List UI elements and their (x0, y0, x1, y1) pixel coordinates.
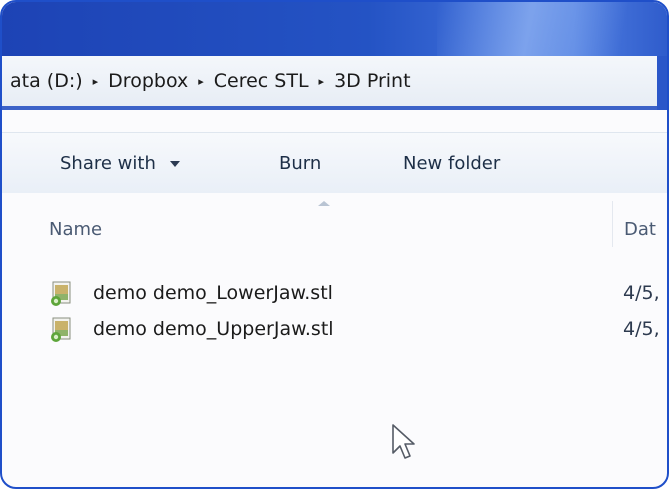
title-bar-gloss (437, 2, 667, 56)
file-row[interactable]: demo demo_LowerJaw.stl 4/5, (2, 272, 667, 308)
chevron-down-icon (169, 161, 180, 167)
breadcrumb-item-dropbox[interactable]: Dropbox (102, 70, 194, 92)
breadcrumb-separator-icon[interactable]: ▸ (315, 75, 329, 88)
column-header-name[interactable]: Name (49, 219, 102, 240)
explorer-window: ata (D:) ▸ Dropbox ▸ Cerec STL ▸ 3D Prin… (0, 0, 669, 489)
breadcrumb-separator-icon[interactable]: ▸ (89, 75, 103, 88)
column-header-date[interactable]: Dat (624, 219, 656, 240)
window-title-bar[interactable] (2, 2, 667, 56)
stl-file-icon (51, 317, 71, 342)
breadcrumb: ata (D:) ▸ Dropbox ▸ Cerec STL ▸ 3D Prin… (4, 70, 417, 92)
breadcrumb-item-drive[interactable]: ata (D:) (4, 70, 89, 92)
stl-file-icon (51, 281, 71, 306)
share-with-label: Share with (60, 153, 156, 174)
column-header-row: Name Dat (2, 193, 667, 247)
address-bar[interactable]: ata (D:) ▸ Dropbox ▸ Cerec STL ▸ 3D Prin… (2, 56, 657, 110)
file-date: 4/5, (623, 282, 660, 304)
file-date: 4/5, (623, 318, 660, 340)
command-bar: Share with Burn New folder (2, 132, 667, 194)
share-with-button[interactable]: Share with (60, 153, 180, 174)
breadcrumb-separator-icon[interactable]: ▸ (194, 75, 208, 88)
new-folder-button[interactable]: New folder (403, 153, 500, 174)
breadcrumb-item-3d-print[interactable]: 3D Print (328, 70, 416, 92)
breadcrumb-item-cerec-stl[interactable]: Cerec STL (208, 70, 315, 92)
mouse-pointer-icon (392, 424, 415, 459)
column-divider[interactable] (612, 201, 613, 247)
burn-button[interactable]: Burn (279, 153, 321, 174)
file-row[interactable]: demo demo_UpperJaw.stl 4/5, (2, 308, 667, 344)
file-name: demo demo_UpperJaw.stl (93, 318, 334, 340)
address-bar-edge (657, 56, 667, 110)
sort-ascending-icon (318, 201, 330, 206)
file-name: demo demo_LowerJaw.stl (93, 282, 333, 304)
